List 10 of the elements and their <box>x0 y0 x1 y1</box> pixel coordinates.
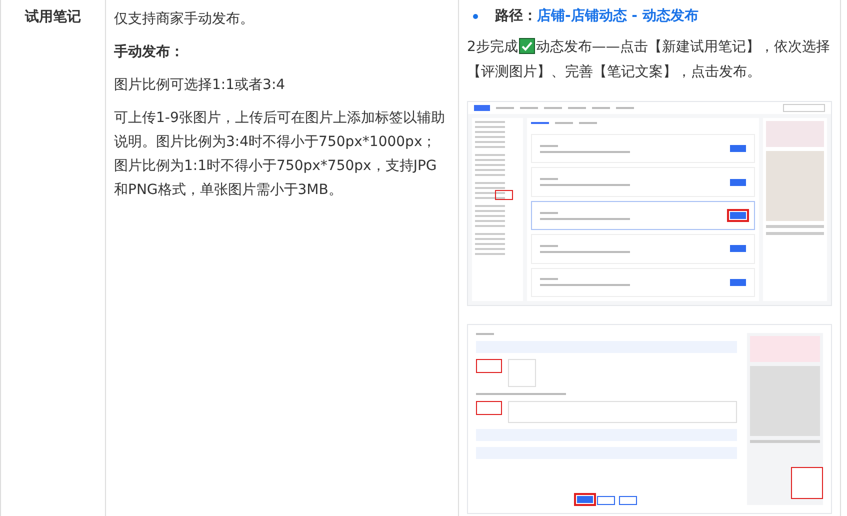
row-label: 试用笔记 <box>25 9 81 25</box>
description-text: 手动发布： <box>114 43 185 62</box>
path-link[interactable]: 店铺-店铺动态 - 动态发布 <box>537 7 698 25</box>
bullet-icon <box>473 14 478 18</box>
description-text: 仅支持商家手动发布。 <box>114 10 255 29</box>
path-label: 路径： <box>495 7 537 25</box>
instruction-text: 2步完成 动态发布——点击【新建试用笔记】，依次选择【评测图片】、完善【笔记文案】，点击发布。 <box>467 37 831 82</box>
description-text: 图片比例可选择1:1或者3:4 <box>114 76 286 95</box>
description-text: 可上传1-9张图片，上传后可在图片上添加标签以辅助说明。图片比例为3:4时不得小于750px*1000px；图片比例为1:1时不得小于750px*750px，支持JPG和PNG格式，单张图片需小于3MB。 <box>114 109 446 200</box>
checkbox-icon <box>518 38 535 54</box>
